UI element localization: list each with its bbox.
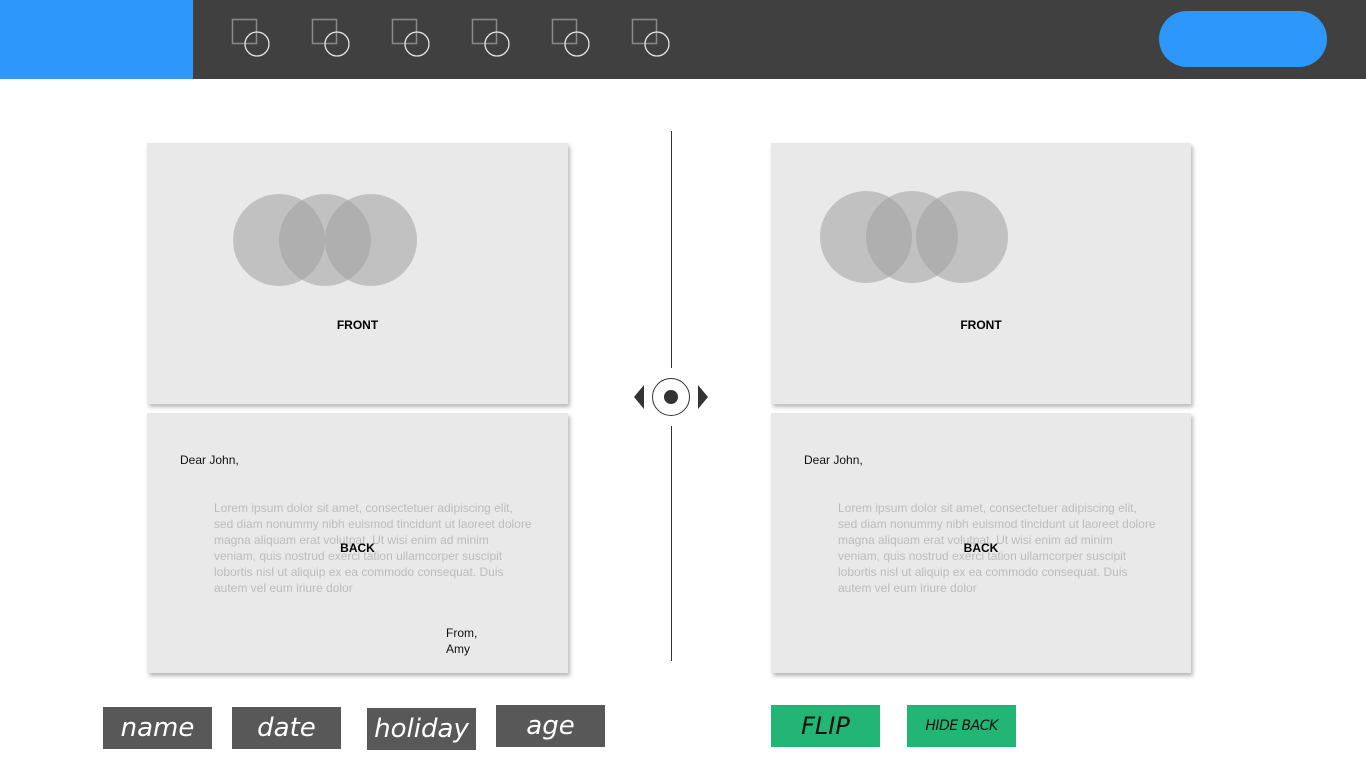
shape-tool-icon bbox=[551, 18, 590, 57]
right-card-front[interactable]: FRONT bbox=[771, 143, 1191, 404]
back-label: BACK bbox=[340, 541, 375, 555]
shape-tool-icon bbox=[631, 18, 670, 57]
age-tag-button[interactable]: age bbox=[496, 705, 605, 747]
left-card-front[interactable]: FRONT bbox=[147, 143, 568, 404]
venn-circle bbox=[916, 191, 1008, 283]
shape-tool-button-2[interactable] bbox=[311, 18, 351, 60]
divider-line bbox=[671, 131, 672, 368]
right-card-back[interactable]: Dear John, Lorem ipsum dolor sit amet, c… bbox=[771, 413, 1191, 673]
venn-circle bbox=[325, 194, 417, 286]
flip-button[interactable]: FLIP bbox=[771, 705, 880, 747]
next-arrow-icon[interactable] bbox=[698, 385, 708, 409]
divider-line bbox=[671, 426, 672, 661]
greeting-text: Dear John, bbox=[180, 453, 239, 467]
greeting-text: Dear John, bbox=[804, 453, 863, 467]
holiday-tag-button[interactable]: holiday bbox=[367, 708, 476, 750]
shape-tool-icon bbox=[311, 18, 350, 57]
primary-pill-button[interactable] bbox=[1159, 11, 1327, 67]
back-label: BACK bbox=[963, 541, 999, 555]
shape-tool-icon bbox=[471, 18, 510, 57]
shape-tool-button-4[interactable] bbox=[471, 18, 511, 60]
date-tag-button[interactable]: date bbox=[232, 707, 341, 749]
hide-back-button[interactable]: HIDE BACK bbox=[907, 705, 1016, 747]
shape-tool-icon bbox=[231, 18, 270, 57]
brand-logo-block[interactable] bbox=[0, 0, 193, 79]
center-dial-button[interactable] bbox=[652, 378, 690, 416]
shape-tool-button-3[interactable] bbox=[391, 18, 431, 60]
previous-arrow-icon[interactable] bbox=[634, 385, 644, 409]
shape-tool-button-1[interactable] bbox=[231, 18, 271, 60]
name-tag-button[interactable]: name bbox=[103, 707, 212, 749]
shape-tool-button-5[interactable] bbox=[551, 18, 591, 60]
front-label: FRONT bbox=[336, 318, 379, 332]
signoff-line: From, bbox=[446, 626, 478, 640]
front-label: FRONT bbox=[960, 318, 1002, 332]
top-toolbar bbox=[0, 0, 1366, 79]
shape-tool-icon bbox=[391, 18, 430, 57]
signoff-name: Amy bbox=[446, 642, 470, 656]
record-dot-icon bbox=[664, 390, 678, 404]
signoff: From, Amy bbox=[446, 625, 477, 657]
shape-tool-button-6[interactable] bbox=[631, 18, 671, 60]
nav-control bbox=[632, 376, 710, 418]
left-card-back[interactable]: Dear John, Lorem ipsum dolor sit amet, c… bbox=[147, 413, 568, 673]
